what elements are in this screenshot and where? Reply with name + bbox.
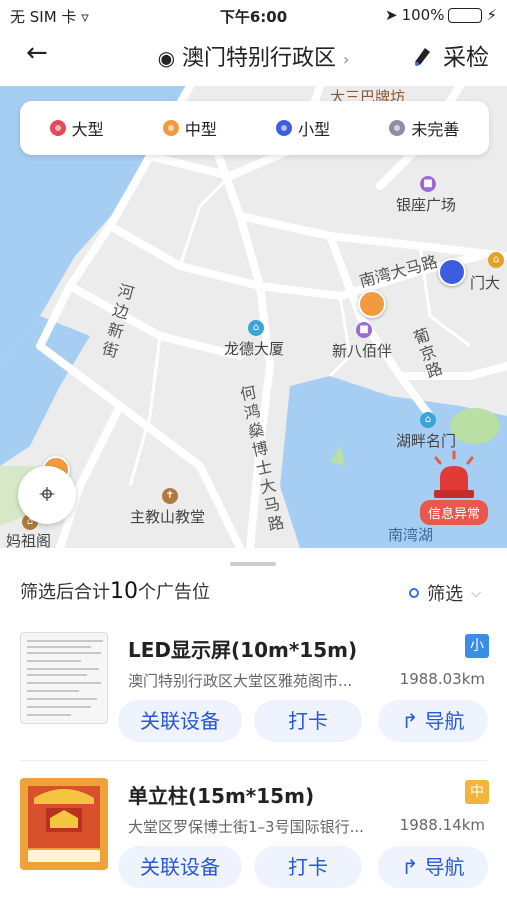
map-label-mall: 银座广场 bbox=[396, 196, 457, 214]
result-summary: 筛选后合计10个广告位 bbox=[20, 578, 210, 604]
large-dot-icon bbox=[49, 120, 66, 136]
navigate-label: 导航 bbox=[424, 709, 465, 733]
status-bar: 无 SIM 卡 ▿ 下午6:00 ➤ 100% ⚡ bbox=[0, 0, 507, 30]
building-icon: ⌂ bbox=[248, 320, 264, 336]
charging-icon: ⚡ bbox=[486, 6, 497, 24]
navigate-arrow-icon: ↱ bbox=[401, 855, 419, 879]
divider bbox=[20, 760, 487, 761]
drag-handle[interactable] bbox=[230, 562, 276, 566]
ad-title: 单立柱(15m*15m) bbox=[128, 784, 315, 808]
chevron-down-icon: ⌵ bbox=[471, 585, 481, 601]
legend-label-medium: 中型 bbox=[184, 120, 217, 139]
legend-label-incomplete: 未完善 bbox=[411, 120, 460, 139]
document-thumbnail-image bbox=[27, 640, 103, 716]
ad-thumbnail bbox=[20, 778, 108, 870]
navigate-arrow-icon: ↱ bbox=[401, 709, 419, 733]
map-label-xinbabai: 新八佰伴 bbox=[332, 342, 393, 360]
legend-label-large: 大型 bbox=[71, 120, 104, 139]
filter-button[interactable]: 筛选 ⌵ bbox=[409, 580, 481, 606]
legend-item-incomplete[interactable]: 未完善 bbox=[389, 116, 459, 140]
alarm-icon[interactable] bbox=[424, 450, 484, 502]
pen-icon bbox=[415, 48, 430, 66]
nav-bar: ← ◉ 澳门特别行政区 › 采检 bbox=[0, 30, 507, 86]
chevron-right-icon: › bbox=[343, 50, 350, 69]
navigate-button[interactable]: ↱ 导航 bbox=[378, 846, 488, 888]
map-label-church: 主教山教堂 bbox=[130, 508, 206, 526]
alarm-label: 信息异常 bbox=[420, 500, 489, 525]
filter-label: 筛选 bbox=[427, 584, 464, 605]
battery-icon bbox=[448, 7, 483, 23]
collect-label: 采检 bbox=[443, 45, 489, 71]
legend-item-medium[interactable]: 中型 bbox=[162, 116, 217, 140]
building-icon-2: ⌂ bbox=[420, 412, 436, 428]
ad-thumbnail bbox=[20, 632, 108, 724]
locate-button[interactable]: ⌖ bbox=[18, 466, 76, 524]
medium-dot-icon bbox=[162, 120, 179, 136]
size-badge: 中 bbox=[465, 780, 489, 804]
checkin-button[interactable]: 打卡 bbox=[254, 700, 362, 742]
church-icon: ✝ bbox=[162, 488, 178, 504]
small-dot-icon bbox=[276, 120, 293, 136]
small-ad-marker[interactable] bbox=[438, 258, 466, 286]
map-label-hupan: 湖畔名门 bbox=[396, 432, 457, 450]
link-device-button[interactable]: 关联设备 bbox=[118, 846, 242, 888]
map-label-mazu: 妈祖阁 bbox=[6, 532, 52, 548]
shopping-icon: ■ bbox=[420, 176, 436, 192]
map-label-lake: 南湾湖 bbox=[388, 526, 434, 544]
map-label-gate: 门大 bbox=[470, 274, 501, 292]
map-pin-icon: ◉ bbox=[157, 46, 176, 70]
shopping-icon-2: ■ bbox=[356, 322, 372, 338]
summary-suffix: 个广告位 bbox=[138, 582, 210, 603]
poster-thumbnail-image bbox=[20, 778, 108, 870]
legend-item-large[interactable]: 大型 bbox=[49, 116, 104, 140]
ad-address: 澳门特别行政区大堂区雅苑阁市... bbox=[128, 672, 353, 690]
navigate-button[interactable]: ↱ 导航 bbox=[378, 700, 488, 742]
map-label-longde: 龙德大厦 bbox=[224, 340, 285, 358]
summary-count: 10 bbox=[110, 579, 138, 604]
bank-icon: ⌂ bbox=[488, 252, 504, 268]
incomplete-dot-icon bbox=[389, 120, 406, 136]
battery-percent: 100% bbox=[401, 6, 445, 24]
summary-prefix: 筛选后合计 bbox=[20, 582, 110, 603]
filter-ring-icon bbox=[409, 588, 420, 598]
status-right: ➤ 100% ⚡ bbox=[385, 6, 497, 24]
collect-button[interactable]: 采检 bbox=[409, 38, 489, 72]
ad-card[interactable]: LED显示屏(10m*15m) 小 澳门特别行政区大堂区雅苑阁市... 1988… bbox=[0, 632, 507, 772]
size-badge: 小 bbox=[465, 634, 489, 658]
location-title: 澳门特别行政区 bbox=[182, 46, 337, 71]
ad-distance: 1988.14km bbox=[399, 816, 485, 834]
bottom-sheet: 筛选后合计10个广告位 筛选 ⌵ LED显示屏(10m*15m) 小 澳门特别行… bbox=[0, 548, 507, 900]
ad-address: 大堂区罗保博士街1–3号国际银行... bbox=[128, 818, 364, 836]
crosshair-icon: ⌖ bbox=[39, 477, 55, 510]
ad-card[interactable]: 单立柱(15m*15m) 中 大堂区罗保博士街1–3号国际银行... 1988.… bbox=[0, 778, 507, 918]
navigate-label: 导航 bbox=[424, 855, 465, 879]
location-arrow-icon: ➤ bbox=[384, 6, 398, 24]
legend-item-small[interactable]: 小型 bbox=[276, 116, 330, 140]
ad-distance: 1988.03km bbox=[399, 670, 485, 688]
legend-label-small: 小型 bbox=[298, 120, 331, 139]
legend-bar: 大型 中型 小型 未完善 bbox=[20, 101, 489, 155]
checkin-button[interactable]: 打卡 bbox=[254, 846, 362, 888]
medium-ad-marker[interactable] bbox=[358, 290, 386, 318]
link-device-button[interactable]: 关联设备 bbox=[118, 700, 242, 742]
ad-title: LED显示屏(10m*15m) bbox=[128, 638, 358, 662]
